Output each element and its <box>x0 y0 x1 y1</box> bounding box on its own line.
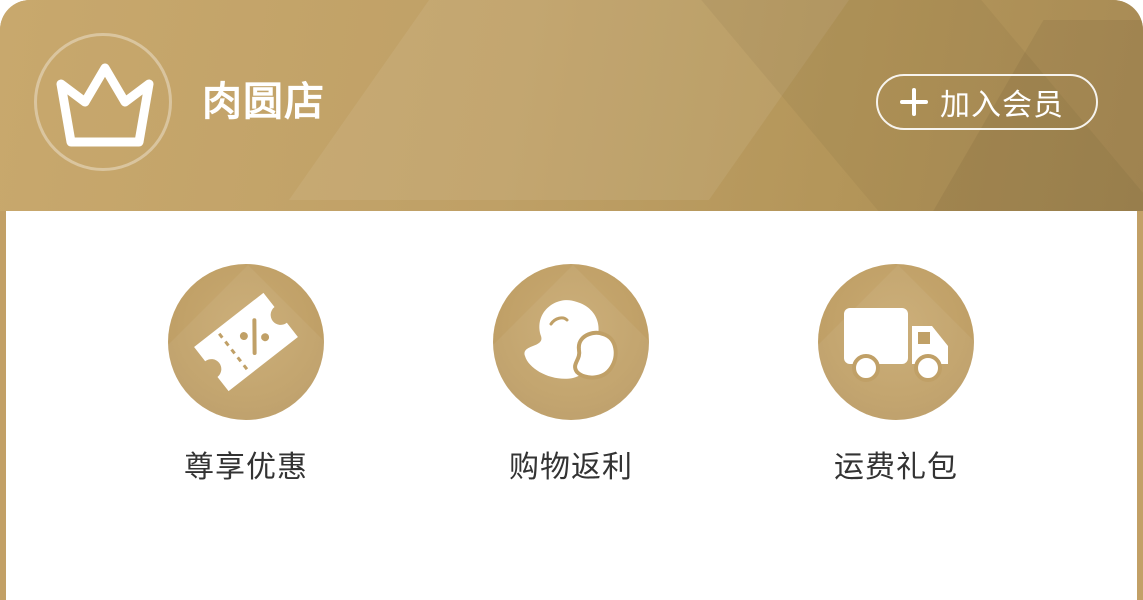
card-header: 肉圆店 加入会员 <box>0 0 1143 211</box>
benefit-item-shipping[interactable]: 运费礼包 <box>796 264 996 488</box>
benefit-item-rebate[interactable]: 购物返利 <box>471 264 671 488</box>
join-membership-button[interactable]: 加入会员 <box>876 74 1098 130</box>
crown-icon <box>56 63 154 147</box>
benefit-label: 运费礼包 <box>834 450 958 485</box>
plus-icon <box>900 88 928 116</box>
benefit-label: 尊享优惠 <box>184 450 308 485</box>
benefit-icon-circle <box>493 264 649 420</box>
benefit-icon-circle <box>818 264 974 420</box>
beans-icon <box>524 300 618 380</box>
join-button-label: 加入会员 <box>940 88 1064 123</box>
benefit-label: 购物返利 <box>509 450 633 485</box>
discount-ticket-icon <box>194 292 298 392</box>
shop-name: 肉圆店 <box>202 79 325 125</box>
delivery-truck-icon <box>844 308 948 382</box>
benefit-icon-circle <box>168 264 324 420</box>
benefit-item-discount[interactable]: 尊享优惠 <box>146 264 346 488</box>
shop-badge <box>34 33 172 171</box>
